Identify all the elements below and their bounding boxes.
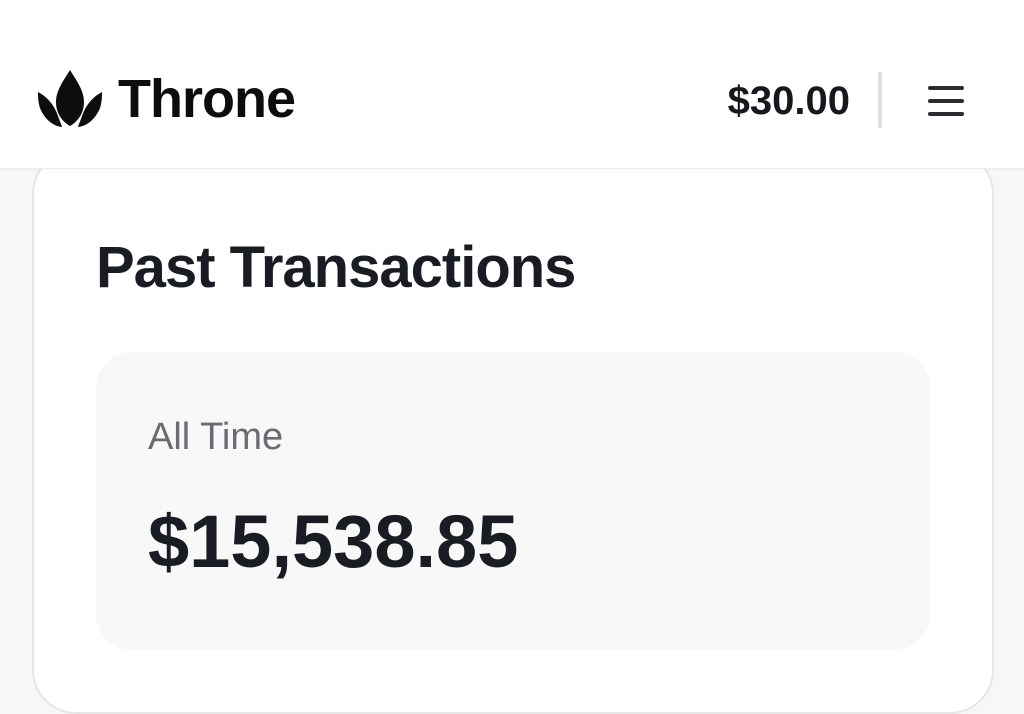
account-balance[interactable]: $30.00 [728,76,850,126]
brand-logo[interactable]: Throne [36,69,296,129]
past-transactions-card: Past Transactions All Time $15,538.85 [32,150,994,714]
menu-line-middle [928,99,964,103]
stat-label: All Time [148,416,284,458]
stat-value: $15,538.85 [148,500,519,583]
throne-crown-icon [38,70,102,127]
page-title: Past Transactions [96,235,576,300]
top-navbar: Throne $30.00 [0,0,1024,169]
menu-line-bottom [928,112,964,116]
hamburger-menu-icon[interactable] [924,82,968,120]
header-divider [878,72,882,128]
brand-name: Throne [118,69,296,129]
menu-line-top [928,86,964,90]
all-time-total-box: All Time $15,538.85 [96,352,930,650]
